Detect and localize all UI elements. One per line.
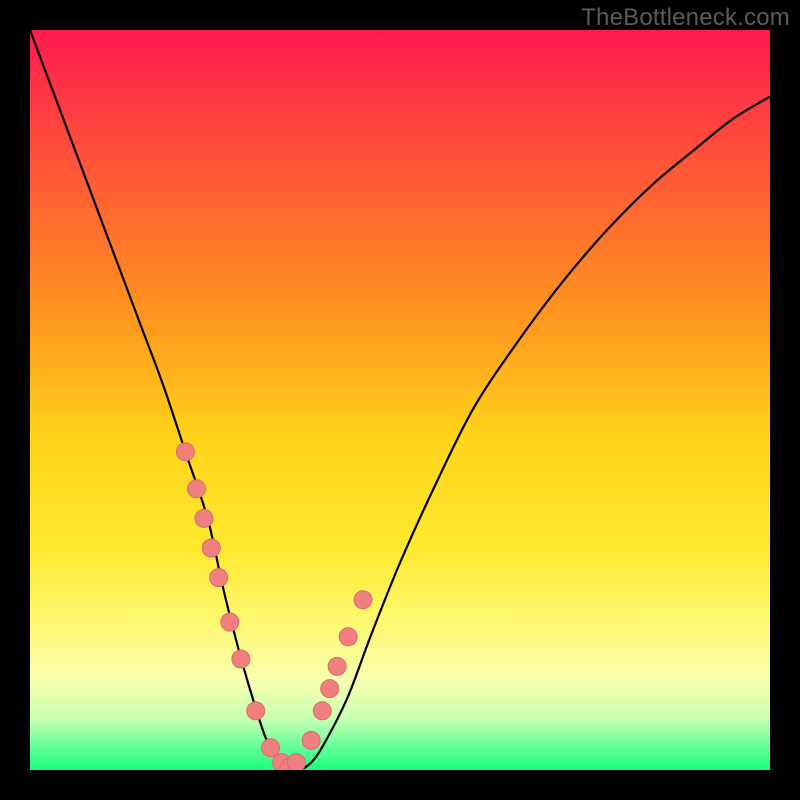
highlighted-point (232, 650, 250, 668)
highlighted-point (202, 539, 220, 557)
bottleneck-chart-container: { "watermark": "TheBottleneck.com", "col… (0, 0, 800, 800)
highlighted-point (176, 443, 194, 461)
highlighted-point (262, 739, 280, 757)
highlighted-point (302, 731, 320, 749)
bottleneck-chart-svg (0, 0, 800, 800)
highlighted-point (321, 680, 339, 698)
watermark-text: TheBottleneck.com (581, 4, 790, 32)
chart-plot-background (30, 30, 770, 770)
highlighted-point (313, 702, 331, 720)
highlighted-point (247, 702, 265, 720)
highlighted-point (287, 754, 305, 772)
highlighted-point (339, 628, 357, 646)
highlighted-point (195, 509, 213, 527)
highlighted-point (328, 657, 346, 675)
highlighted-point (221, 613, 239, 631)
highlighted-point (188, 480, 206, 498)
highlighted-point (210, 569, 228, 587)
highlighted-point (354, 591, 372, 609)
